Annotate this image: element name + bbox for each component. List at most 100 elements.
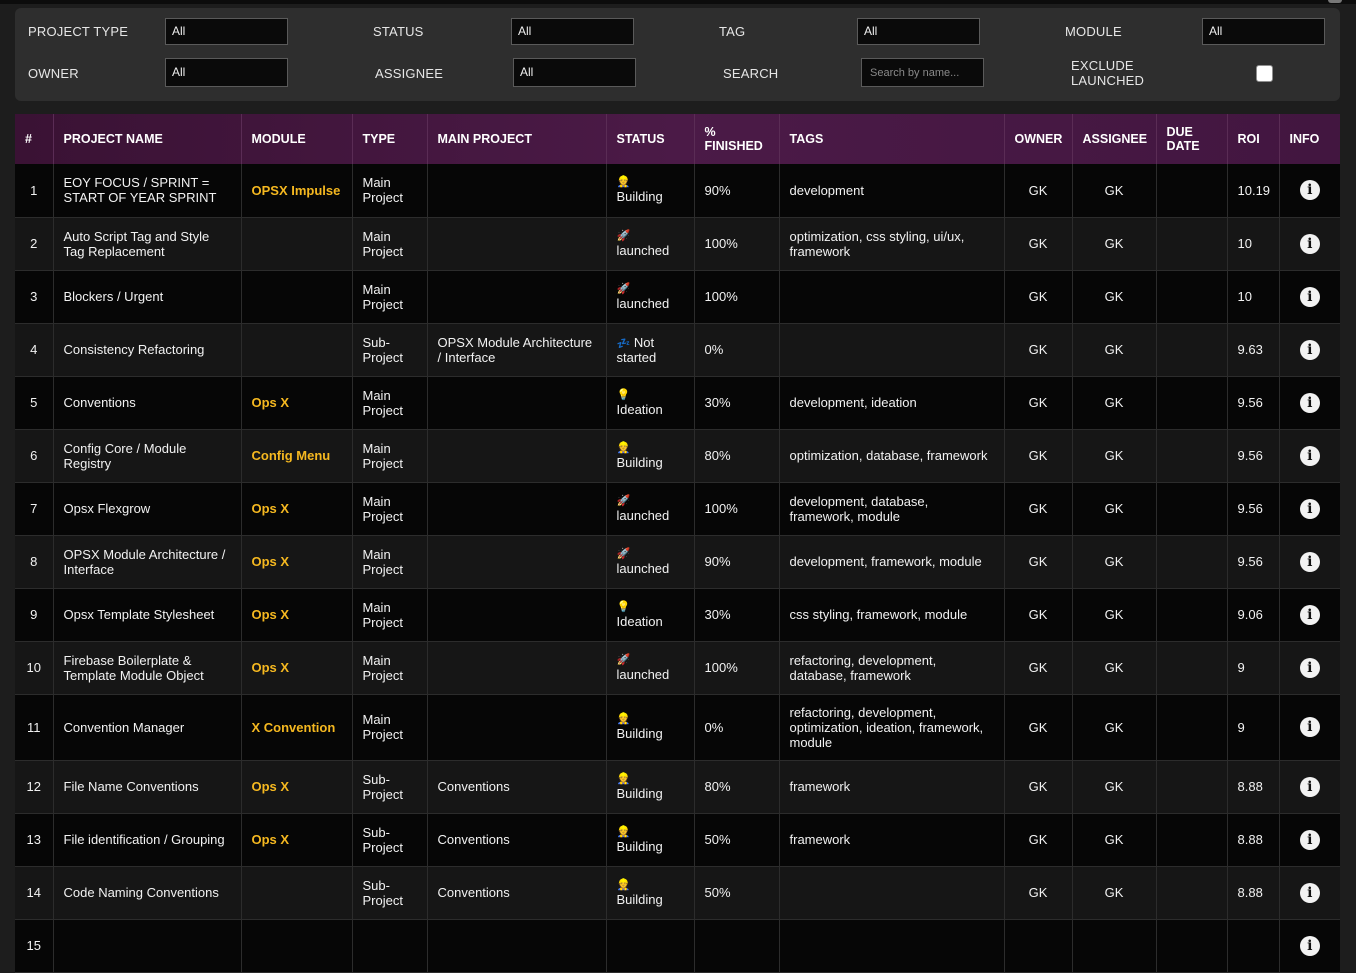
info-icon[interactable]: i	[1299, 604, 1320, 625]
cell-main-project	[427, 270, 607, 324]
cell-status: 👷 Building	[606, 429, 695, 483]
module-link[interactable]: Ops X	[252, 501, 290, 516]
cell-assignee: GK	[1072, 760, 1157, 814]
cell-module: Ops X	[241, 641, 353, 695]
module-link[interactable]: Ops X	[252, 660, 290, 675]
cell-project-name: Opsx Flexgrow	[53, 482, 242, 536]
tag-select[interactable]: All	[857, 18, 980, 45]
cell-module	[241, 866, 353, 920]
exclude-launched-checkbox[interactable]	[1256, 65, 1273, 82]
info-icon[interactable]: i	[1299, 935, 1320, 956]
table-row[interactable]: 6 Config Core / Module Registry Config Men…	[15, 429, 1340, 483]
info-icon[interactable]: i	[1299, 286, 1320, 307]
cell-row-number: 6	[15, 429, 54, 483]
info-icon[interactable]: i	[1299, 233, 1320, 254]
table-row[interactable]: 1 EOY FOCUS / SPRINT = START OF YEAR SPRI…	[15, 164, 1340, 218]
table-row[interactable]: 7 Opsx Flexgrow Ops X Main Project 🚀 launched…	[15, 482, 1340, 536]
status-label: Building	[616, 454, 663, 470]
cell-tags: optimization, database, framework	[779, 429, 1005, 483]
col-header-due-date[interactable]: DUE DATE	[1156, 114, 1228, 164]
cell-due-date	[1156, 535, 1228, 589]
module-link[interactable]: Ops X	[252, 554, 290, 569]
table-row[interactable]: 2 Auto Script Tag and Style Tag Replaceme…	[15, 217, 1340, 271]
table-row[interactable]: 12 File Name Conventions Ops X Sub-Project C…	[15, 760, 1340, 814]
cell-row-number: 10	[15, 641, 54, 695]
cell-info: i	[1279, 813, 1340, 867]
cell-project-type: Main Project	[352, 217, 428, 271]
cell-due-date	[1156, 641, 1228, 695]
assignee-select[interactable]: All	[513, 58, 636, 87]
col-header-module[interactable]: MODULE	[241, 114, 353, 164]
col-header-status[interactable]: STATUS	[606, 114, 695, 164]
table-row[interactable]: 11 Convention Manager X Convention Main Pro…	[15, 694, 1340, 761]
table-row[interactable]: 15 i	[15, 919, 1340, 973]
project-type-select[interactable]: All	[165, 18, 288, 45]
filter-label-owner: OWNER	[28, 66, 79, 81]
cell-row-number: 4	[15, 323, 54, 377]
table-row[interactable]: 13 File identification / Grouping Ops X Sub…	[15, 813, 1340, 867]
info-icon[interactable]: i	[1299, 776, 1320, 797]
col-header-main-project[interactable]: MAIN PROJECT	[427, 114, 607, 164]
cell-info: i	[1279, 694, 1340, 761]
info-icon[interactable]: i	[1299, 445, 1320, 466]
cell-row-number: 7	[15, 482, 54, 536]
col-header-roi[interactable]: ROI	[1227, 114, 1280, 164]
info-icon[interactable]: i	[1299, 717, 1320, 737]
table-row[interactable]: 4 Consistency Refactoring Sub-Project OPSX …	[15, 323, 1340, 377]
search-input[interactable]	[861, 58, 984, 87]
info-icon[interactable]: i	[1299, 551, 1320, 572]
info-icon[interactable]: i	[1299, 882, 1320, 903]
cell-row-number: 12	[15, 760, 54, 814]
cell-assignee	[1072, 919, 1157, 973]
info-icon[interactable]: i	[1299, 829, 1320, 850]
owner-select[interactable]: All	[165, 58, 288, 87]
cell-info: i	[1279, 270, 1340, 324]
module-link[interactable]: Ops X	[252, 607, 290, 622]
module-link[interactable]: Ops X	[252, 832, 290, 847]
info-icon[interactable]: i	[1299, 339, 1320, 360]
module-link[interactable]: OPSX Impulse	[252, 183, 341, 198]
cell-owner: GK	[1004, 217, 1073, 271]
cell-percent-finished: 0%	[694, 694, 780, 761]
module-link[interactable]: Config Menu	[252, 448, 331, 463]
cell-project-type: Main Project	[352, 164, 428, 218]
cell-assignee: GK	[1072, 217, 1157, 271]
col-header-finished[interactable]: % FINISHED	[694, 114, 780, 164]
status-icon: 🚀	[616, 653, 631, 666]
table-row[interactable]: 14 Code Naming Conventions Sub-Project Conv…	[15, 866, 1340, 920]
info-icon[interactable]: i	[1299, 498, 1320, 519]
module-link[interactable]: Ops X	[252, 779, 290, 794]
cell-info: i	[1279, 760, 1340, 814]
status-icon: 👷	[616, 176, 631, 189]
table-row[interactable]: 5 Conventions Ops X Main Project 💡 Ideation 30…	[15, 376, 1340, 430]
cell-due-date	[1156, 323, 1228, 377]
col-header-owner[interactable]: OWNER	[1004, 114, 1073, 164]
cell-owner	[1004, 919, 1073, 973]
filter-panel: PROJECT TYPE All STATUS All TAG All MODU…	[15, 8, 1340, 101]
col-header-num[interactable]: #	[15, 114, 54, 164]
module-link[interactable]: X Convention	[252, 720, 336, 735]
col-header-assignee[interactable]: ASSIGNEE	[1072, 114, 1157, 164]
info-icon[interactable]: i	[1299, 180, 1320, 201]
cell-tags: optimization, css styling, ui/ux, framew…	[779, 217, 1005, 271]
col-header-project-name[interactable]: PROJECT NAME	[53, 114, 242, 164]
module-select[interactable]: All	[1202, 18, 1325, 45]
status-icon: 🚀	[616, 494, 631, 507]
cell-info: i	[1279, 482, 1340, 536]
projects-table: # PROJECT NAME MODULE TYPE MAIN PROJECT …	[15, 114, 1340, 973]
module-link[interactable]: Ops X	[252, 395, 290, 410]
table-row[interactable]: 9 Opsx Template Stylesheet Ops X Main Proje…	[15, 588, 1340, 642]
info-icon[interactable]: i	[1299, 392, 1320, 413]
table-row[interactable]: 10 Firebase Boilerplate & Template Module…	[15, 641, 1340, 695]
col-header-type[interactable]: TYPE	[352, 114, 428, 164]
info-icon[interactable]: i	[1299, 657, 1320, 678]
col-header-tags[interactable]: TAGS	[779, 114, 1005, 164]
cell-percent-finished: 100%	[694, 217, 780, 271]
table-row[interactable]: 8 OPSX Module Architecture / Interface Ops…	[15, 535, 1340, 589]
status-select[interactable]: All	[511, 18, 634, 45]
cell-percent-finished: 100%	[694, 270, 780, 324]
cell-main-project: Conventions	[427, 760, 607, 814]
table-row[interactable]: 3 Blockers / Urgent Main Project 🚀 launched 1…	[15, 270, 1340, 324]
status-label: Building	[616, 189, 663, 205]
cell-status: 👷 Building	[606, 813, 695, 867]
